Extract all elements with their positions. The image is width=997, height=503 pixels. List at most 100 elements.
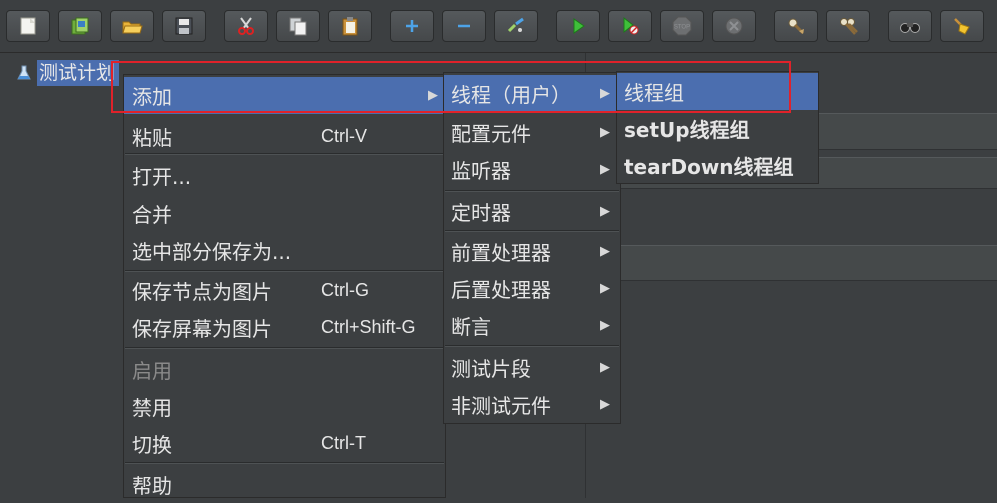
binoculars-icon (900, 23, 920, 33)
context-menu-item[interactable]: 合并 (124, 195, 445, 232)
context-menu-item[interactable]: 打开... (124, 157, 445, 194)
context-menu-item[interactable]: 保存屏幕为图片 Ctrl+Shift-G (124, 309, 445, 346)
stop-button[interactable]: STOP (660, 10, 704, 42)
context-menu-item[interactable]: 禁用 (124, 388, 445, 425)
menu-item-label: 保存节点为图片 (132, 280, 272, 304)
context-menu-item[interactable]: 添加 ▶ (124, 77, 445, 114)
menu-item-label: 定时器 (451, 201, 511, 225)
add-submenu-item[interactable]: 线程（用户） ▶ (444, 75, 620, 112)
menu-item-label: 线程（用户） (451, 83, 571, 107)
add-submenu-item[interactable]: 断言 ▶ (444, 307, 620, 344)
submenu-arrow-icon: ▶ (600, 244, 610, 259)
submenu-arrow-icon: ▶ (600, 204, 610, 219)
menu-separator (125, 153, 444, 155)
add-submenu: 线程（用户） ▶ 配置元件 ▶ 监听器 ▶ 定时器 ▶ 前置处理器 ▶ 后置处理器 ▶ 断言 ▶ 测试片段 ▶… (443, 72, 621, 424)
threads-submenu-item[interactable]: tearDown线程组 (617, 147, 818, 184)
start-button[interactable] (556, 10, 600, 42)
open-folder-icon (122, 21, 143, 34)
save-icon (175, 17, 193, 35)
submenu-arrow-icon: ▶ (600, 281, 610, 296)
shutdown-icon (725, 17, 743, 35)
menu-item-label: 添加 (132, 85, 172, 109)
menu-item-label: 后置处理器 (451, 278, 551, 302)
menu-separator (445, 190, 619, 192)
menu-item-label: 非测试元件 (451, 394, 551, 418)
menu-item-label: tearDown线程组 (624, 155, 794, 179)
cut-button[interactable] (224, 10, 268, 42)
play-no-timer-icon (623, 16, 639, 35)
menu-separator (125, 347, 444, 349)
submenu-arrow-icon: ▶ (600, 397, 610, 412)
context-menu-item[interactable]: 粘贴 Ctrl-V (124, 118, 445, 155)
menu-item-label: 粘贴 (132, 126, 172, 150)
menu-item-label: 监听器 (451, 159, 511, 183)
submenu-arrow-icon: ▶ (600, 360, 610, 375)
add-submenu-item[interactable]: 监听器 ▶ (444, 151, 620, 188)
copy-icon (289, 17, 307, 36)
search-button[interactable] (888, 10, 932, 42)
add-submenu-item[interactable]: 后置处理器 ▶ (444, 270, 620, 307)
plus-icon (406, 20, 418, 32)
broom-icon (954, 18, 970, 35)
new-file-icon (20, 17, 36, 35)
menu-item-label: 配置元件 (451, 122, 531, 146)
add-submenu-item[interactable]: 前置处理器 ▶ (444, 233, 620, 270)
menu-item-accelerator: Ctrl-V (321, 126, 367, 146)
toggle-icon (507, 17, 524, 33)
menu-item-label: 打开... (132, 165, 192, 189)
copy-button[interactable] (276, 10, 320, 42)
save-button[interactable] (162, 10, 206, 42)
context-menu-item[interactable]: 帮助 (124, 466, 445, 503)
stop-icon-text: STOP (674, 25, 690, 31)
clear-all-icon (840, 18, 858, 35)
cut-icon (238, 17, 254, 35)
templates-icon (71, 17, 89, 35)
context-menu-item: 启用 (124, 351, 445, 388)
collapse-button[interactable] (442, 10, 486, 42)
threads-submenu-item[interactable]: setUp线程组 (617, 110, 818, 147)
paste-button[interactable] (328, 10, 372, 42)
toggle-button[interactable] (494, 10, 538, 42)
tree-item-test-plan[interactable]: 测试计划 (15, 60, 120, 86)
context-menu-item[interactable]: 选中部分保存为... (124, 232, 445, 269)
menu-separator (125, 462, 444, 464)
threads-submenu-item[interactable]: 线程组 (617, 73, 818, 110)
clear-button[interactable] (774, 10, 818, 42)
menu-item-label: 启用 (132, 359, 172, 383)
stop-icon: STOP (672, 16, 692, 36)
right-panel-bar (596, 245, 997, 281)
clear-icon (788, 18, 805, 35)
menu-separator (445, 230, 619, 232)
add-submenu-item[interactable]: 非测试元件 ▶ (444, 386, 620, 423)
clear-all-button[interactable] (826, 10, 870, 42)
add-submenu-item[interactable]: 配置元件 ▶ (444, 114, 620, 151)
menu-item-accelerator: Ctrl-T (321, 433, 366, 453)
templates-button[interactable] (58, 10, 102, 42)
add-submenu-item[interactable]: 测试片段 ▶ (444, 349, 620, 386)
test-plan-icon (17, 65, 31, 80)
minus-icon (458, 24, 470, 28)
menu-separator (445, 345, 619, 347)
expand-button[interactable] (390, 10, 434, 42)
reset-search-button[interactable] (940, 10, 984, 42)
menu-item-label: 禁用 (132, 396, 172, 420)
menu-item-label: 切换 (132, 433, 172, 457)
menu-separator (125, 270, 444, 272)
menu-item-label: 帮助 (132, 474, 172, 498)
add-submenu-item[interactable]: 定时器 ▶ (444, 193, 620, 230)
menu-item-label: 前置处理器 (451, 241, 551, 265)
new-button[interactable] (6, 10, 50, 42)
menu-item-label: 线程组 (624, 81, 684, 105)
start-no-pause-button[interactable] (608, 10, 652, 42)
context-menu-item[interactable]: 保存节点为图片 Ctrl-G (124, 272, 445, 309)
submenu-arrow-icon: ▶ (600, 318, 610, 333)
menu-item-label: 测试片段 (451, 357, 531, 381)
tree-item-label: 测试计划 (37, 60, 120, 86)
menu-item-accelerator: Ctrl+Shift-G (321, 317, 416, 337)
context-menu-item[interactable]: 切换 Ctrl-T (124, 425, 445, 462)
play-icon (573, 18, 585, 34)
shutdown-button[interactable] (712, 10, 756, 42)
open-button[interactable] (110, 10, 154, 42)
toolbar: STOP (0, 0, 997, 53)
menu-item-label: 断言 (451, 315, 491, 339)
